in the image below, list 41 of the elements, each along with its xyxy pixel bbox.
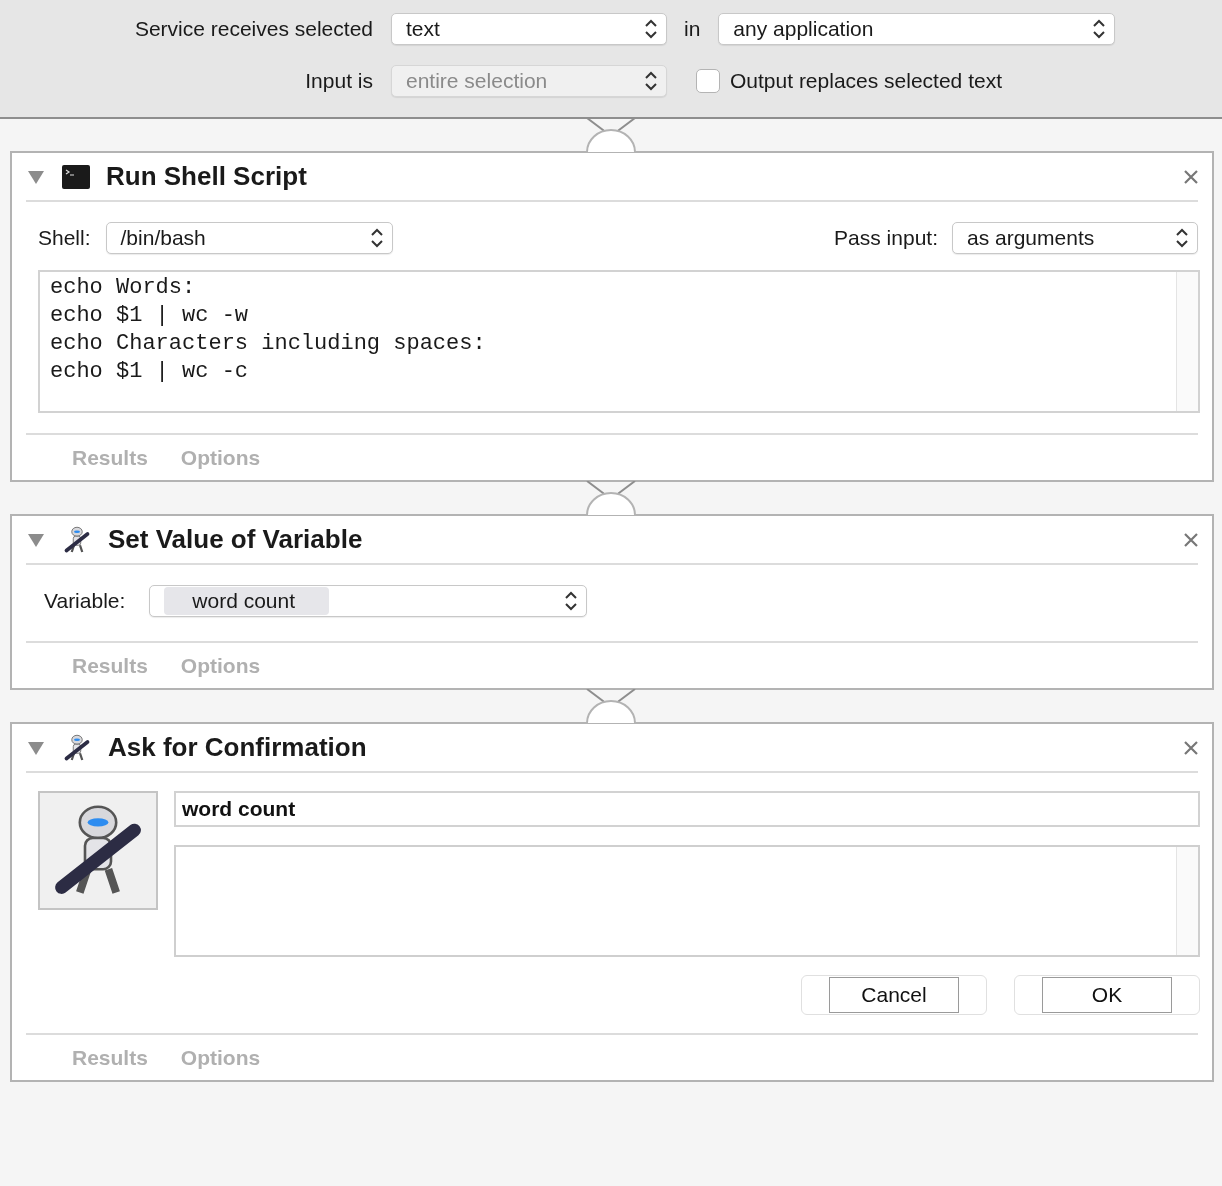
- robot-icon: [62, 732, 92, 763]
- collapse-triangle-icon[interactable]: [28, 532, 44, 547]
- input-is-label: Input is: [304, 69, 373, 93]
- title-field[interactable]: word count: [174, 791, 1200, 827]
- stepper-icon: [644, 70, 658, 92]
- shell-label: Shell:: [38, 226, 91, 250]
- close-icon[interactable]: [1184, 169, 1198, 184]
- code-line: echo $1 | wc -w: [50, 302, 250, 330]
- dialog-button[interactable]: OK: [1014, 975, 1200, 1015]
- receives-label: Service receives selected: [133, 17, 373, 41]
- code-line: echo Characters including spaces:: [50, 330, 487, 358]
- stepper-icon: [644, 18, 658, 40]
- collapse-triangle-icon[interactable]: [28, 169, 44, 184]
- robot-icon: [62, 524, 92, 555]
- stepper-icon: [564, 590, 579, 612]
- action-title: Run Shell Script: [106, 161, 308, 192]
- action-title: Ask for Confirmation: [108, 732, 368, 763]
- in-label: in: [684, 17, 701, 41]
- stepper-icon: [1092, 18, 1107, 40]
- close-icon[interactable]: [1184, 740, 1198, 755]
- shell-select[interactable]: /bin/bash: [105, 222, 393, 254]
- code-line: echo $1 | wc -c: [50, 358, 250, 386]
- input-type-select[interactable]: text: [391, 13, 667, 45]
- code-line: echo Words:: [50, 274, 197, 302]
- close-icon[interactable]: [1184, 532, 1198, 547]
- variable-token: word count: [164, 587, 330, 615]
- terminal-icon: [62, 164, 90, 189]
- pass-input-label: Pass input:: [834, 226, 938, 250]
- collapse-triangle-icon[interactable]: [28, 740, 44, 755]
- application-select[interactable]: any application: [718, 13, 1116, 45]
- checkbox[interactable]: [696, 69, 720, 93]
- variable-select[interactable]: word count: [149, 585, 588, 617]
- stepper-icon: [369, 227, 384, 249]
- dialog-button[interactable]: Cancel: [801, 975, 987, 1015]
- variable-label: Variable:: [44, 589, 126, 613]
- pass-input-select[interactable]: as arguments: [952, 222, 1198, 254]
- script-editor[interactable]: echo Words: echo $1 | wc -w echo Characters including spaces: echo $1 | wc -c: [38, 270, 1200, 413]
- action-title: Set Value of Variable: [108, 524, 364, 555]
- message-field[interactable]: [174, 845, 1200, 957]
- stepper-icon: [1175, 227, 1189, 249]
- checkbox-label: Output replaces selected text: [730, 69, 1002, 93]
